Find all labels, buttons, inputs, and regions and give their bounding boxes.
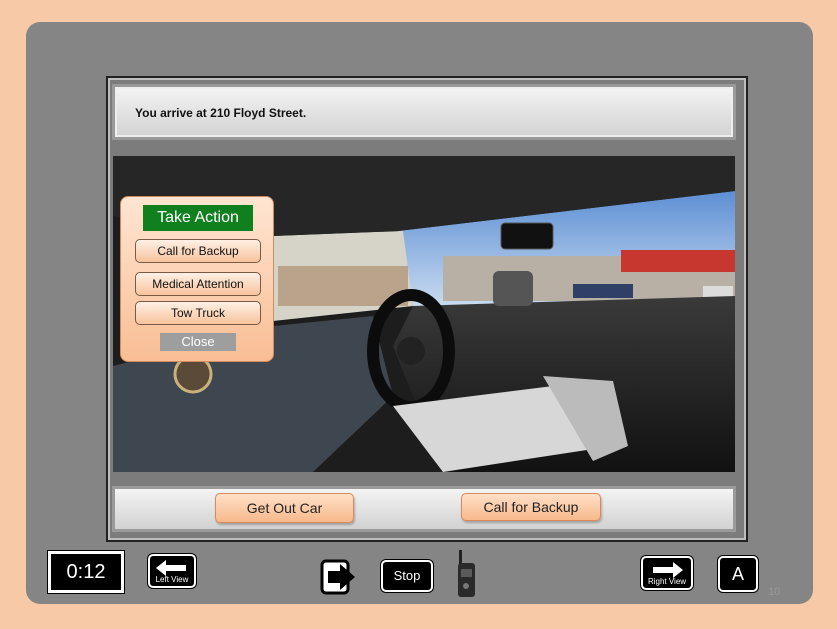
call-for-backup-button[interactable]: Call for Backup	[461, 493, 601, 521]
play-arrow-icon	[320, 559, 355, 595]
get-out-car-button[interactable]: Get Out Car	[215, 493, 354, 523]
medical-attention-option[interactable]: Medical Attention	[135, 272, 261, 296]
message-text: You arrive at 210 Floyd Street.	[135, 106, 307, 120]
action-bar	[112, 486, 736, 532]
radio-icon	[458, 550, 475, 597]
close-button[interactable]: Close	[160, 333, 236, 351]
popup-title: Take Action	[143, 205, 253, 231]
left-view-label: Left View	[155, 575, 189, 584]
right-view-button[interactable]: Right View	[641, 556, 693, 590]
message-bar: You arrive at 210 Floyd Street.	[112, 84, 736, 140]
call-for-backup-option[interactable]: Call for Backup	[135, 239, 261, 263]
radio-button[interactable]	[456, 549, 478, 599]
enter-button[interactable]	[320, 559, 358, 595]
take-action-popup: Take Action Call for Backup Medical Atte…	[120, 196, 274, 362]
page-number: 10	[768, 586, 781, 598]
left-view-button[interactable]: Left View	[148, 554, 196, 588]
a-button[interactable]: A	[718, 556, 758, 592]
tow-truck-option[interactable]: Tow Truck	[135, 301, 261, 325]
timer-display: 0:12	[48, 551, 124, 593]
right-view-label: Right View	[647, 577, 687, 586]
stop-button[interactable]: Stop	[381, 560, 433, 592]
